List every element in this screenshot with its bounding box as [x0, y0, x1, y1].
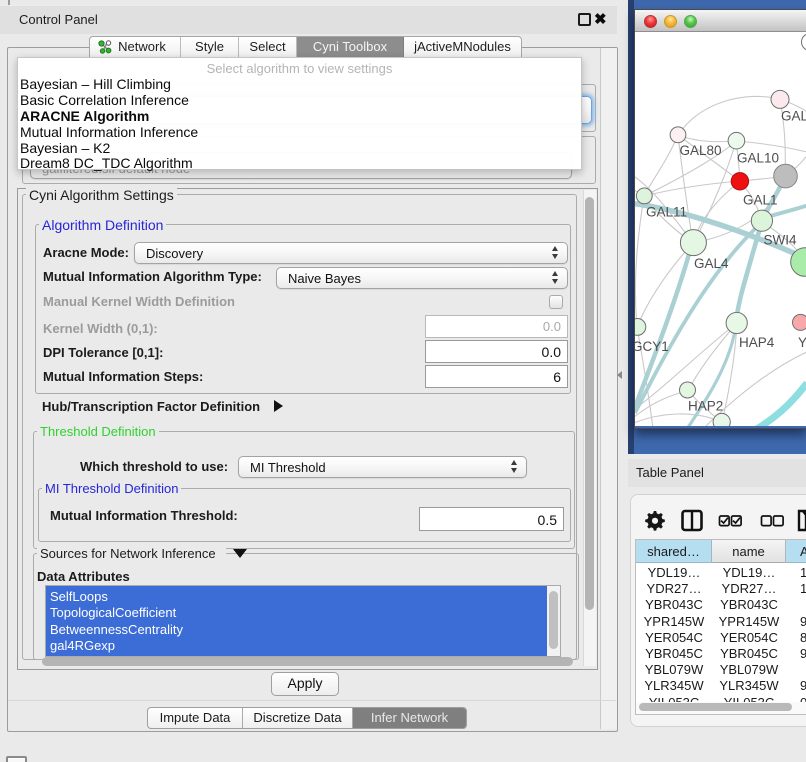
svg-text:GAL4: GAL4 [694, 256, 729, 271]
svg-text:GAL1: GAL1 [743, 193, 778, 208]
svg-text:HAP2: HAP2 [688, 399, 723, 414]
svg-text:Y: Y [798, 335, 806, 350]
svg-text:SWI4: SWI4 [764, 233, 797, 248]
svg-text:GAL7: GAL7 [781, 109, 806, 124]
svg-text:GAL10: GAL10 [737, 151, 779, 166]
svg-text:GCY1: GCY1 [635, 339, 669, 354]
svg-text:GAL11: GAL11 [646, 205, 687, 220]
svg-text:GAL80: GAL80 [680, 143, 722, 158]
svg-text:HAP4: HAP4 [739, 335, 775, 350]
